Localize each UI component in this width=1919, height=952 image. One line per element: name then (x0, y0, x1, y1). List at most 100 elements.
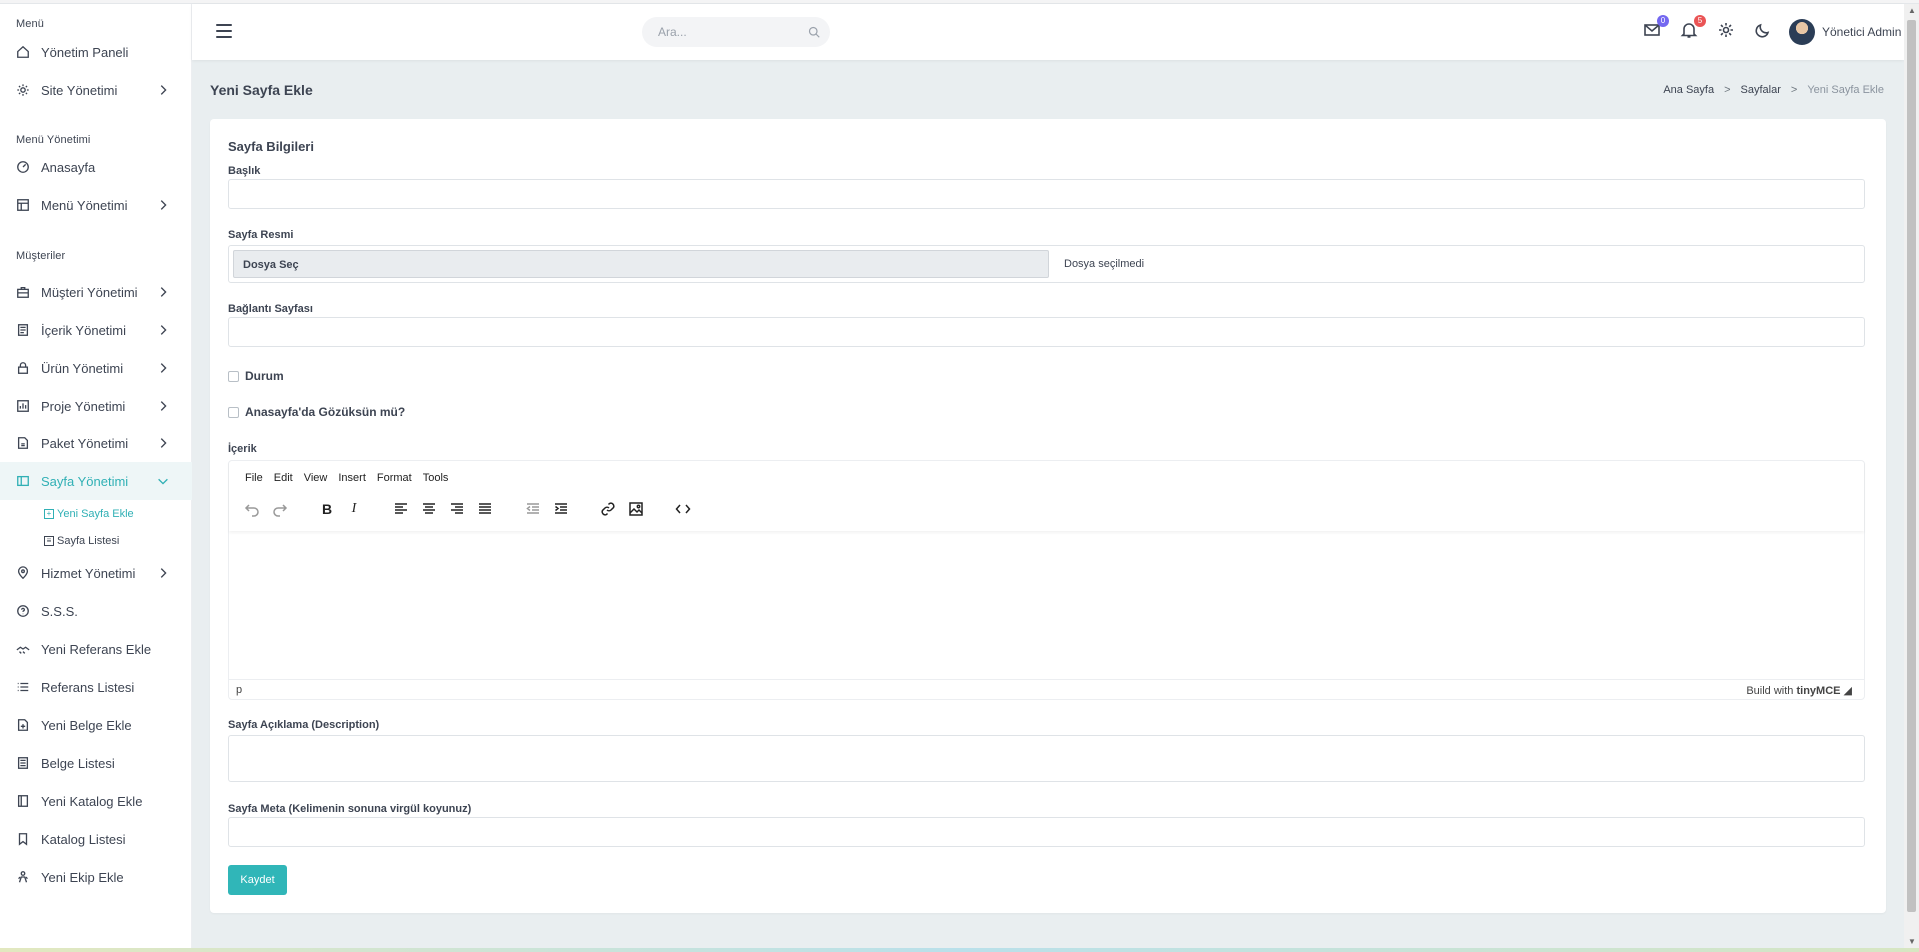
book-icon (17, 795, 29, 807)
file-input[interactable]: Dosya Seç Dosya seçilmedi (228, 245, 1865, 283)
layout-icon (17, 199, 29, 211)
sidebar-item-label: Yeni Referans Ekle (41, 641, 152, 657)
link-page-label: Bağlantı Sayfası (228, 303, 313, 315)
resize-handle-icon[interactable]: ◢ (1844, 685, 1852, 697)
chevron-right-icon (160, 85, 167, 95)
sidebar-item-label: Ürün Yönetimi (41, 360, 124, 376)
sidebar-item-hizmet-yonetimi[interactable]: Hizmet Yönetimi (0, 554, 192, 592)
status-label: Durum (245, 369, 284, 383)
status-checkbox[interactable] (228, 370, 239, 382)
search-input[interactable]: Ara... (642, 17, 830, 47)
sidebar-item-yeni-belge-ekle[interactable]: Yeni Belge Ekle (0, 706, 192, 744)
sidebar-section-customers: Müşteriler (16, 250, 66, 262)
sidebar-item-yeni-ekip-ekle[interactable]: Yeni Ekip Ekle (0, 858, 192, 896)
meta-input[interactable] (228, 817, 1865, 847)
sidebar-item-sss[interactable]: S.S.S. (0, 592, 192, 630)
sidebar-item-yeni-referans-ekle[interactable]: Yeni Referans Ekle (0, 630, 192, 668)
editor-menu-view[interactable]: View (304, 472, 328, 484)
user-name[interactable]: Yönetici Admin (1822, 25, 1901, 39)
undo-button[interactable] (244, 501, 260, 517)
plus-square-icon: + (44, 509, 54, 519)
file-list-icon (17, 757, 29, 769)
file-icon (17, 437, 29, 449)
image-icon (629, 502, 643, 516)
bottom-strip (0, 948, 1919, 952)
status-checkbox-row[interactable]: Durum (228, 369, 284, 383)
sidebar-item-menu-yonetimi[interactable]: Menü Yönetimi (0, 186, 192, 224)
editor-menu-file[interactable]: File (245, 472, 263, 484)
italic-icon[interactable]: I (346, 501, 362, 517)
title-input[interactable] (228, 179, 1865, 209)
file-choose-button[interactable]: Dosya Seç (233, 250, 1049, 278)
hamburger-menu-icon[interactable] (216, 24, 232, 38)
avatar[interactable] (1789, 19, 1815, 45)
save-button[interactable]: Kaydet (228, 865, 287, 895)
link-page-input[interactable] (228, 317, 1865, 347)
editor-branding[interactable]: Build with tinyMCE ◢ (1746, 684, 1852, 697)
sidebar-item-urun-yonetimi[interactable]: Ürün Yönetimi (0, 349, 192, 387)
sidebar-item-label: Hizmet Yönetimi (41, 565, 136, 581)
sidebar-item-referans-listesi[interactable]: Referans Listesi (0, 668, 192, 706)
scrollbar[interactable]: ▲ ▼ (1904, 4, 1919, 948)
card-title: Sayfa Bilgileri (228, 139, 314, 154)
sidebar-item-icerik-yonetimi[interactable]: İçerik Yönetimi (0, 311, 192, 349)
notifications-button[interactable]: 5 (1680, 15, 1706, 41)
sidebar-item-label: Anasayfa (41, 159, 96, 175)
sidebar-item-paket-yonetimi[interactable]: Paket Yönetimi (0, 424, 192, 462)
editor-menu-edit[interactable]: Edit (274, 472, 293, 484)
sidebar-item-musteri-yonetimi[interactable]: Müşteri Yönetimi (0, 273, 192, 311)
bold-icon[interactable]: B (319, 501, 335, 517)
insert-link-button[interactable] (600, 501, 616, 517)
indent-button[interactable] (553, 501, 569, 517)
editor-menu-insert[interactable]: Insert (338, 472, 366, 484)
sidebar-item-belge-listesi[interactable]: Belge Listesi (0, 744, 192, 782)
sidebar-item-yonetim-paneli[interactable]: Yönetim Paneli (0, 33, 192, 71)
editor-menu-format[interactable]: Format (377, 472, 412, 484)
sidebar-subitem-yeni-sayfa-ekle[interactable]: + Yeni Sayfa Ekle (44, 504, 134, 524)
undo-icon (244, 504, 259, 517)
homepage-checkbox-row[interactable]: Anasayfa'da Gözüksün mü? (228, 405, 405, 419)
handshake-icon (16, 646, 30, 654)
editor-content-area[interactable] (229, 531, 1864, 678)
branding-prefix: Build with (1746, 685, 1794, 697)
sidebar-item-sayfa-yonetimi[interactable]: Sayfa Yönetimi (0, 462, 192, 500)
redo-button[interactable] (272, 501, 288, 517)
sidebar: Menü Yönetim Paneli Site Yönetimi Menü Y… (0, 4, 192, 952)
align-right-button[interactable] (449, 501, 465, 517)
main-content: Ara... 0 5 Yönetici Admin Yeni Sayfa Ekl… (192, 4, 1904, 948)
sidebar-item-katalog-listesi[interactable]: Katalog Listesi (0, 820, 192, 858)
sidebar-item-yeni-katalog-ekle[interactable]: Yeni Katalog Ekle (0, 782, 192, 820)
editor-menu-tools[interactable]: Tools (423, 472, 449, 484)
align-right-icon (451, 503, 463, 514)
outdent-button[interactable] (525, 501, 541, 517)
scroll-up-icon[interactable]: ▲ (1908, 6, 1916, 15)
meta-label: Sayfa Meta (Kelimenin sonuna virgül koyu… (228, 803, 472, 815)
source-code-button[interactable] (675, 501, 691, 517)
editor-menubar: File Edit View Insert Format Tools (245, 472, 448, 484)
sidebar-section-menu-management: Menü Yönetimi (16, 134, 91, 146)
scroll-down-icon[interactable]: ▼ (1908, 937, 1916, 946)
breadcrumb-pages[interactable]: Sayfalar (1741, 84, 1781, 96)
description-textarea[interactable] (228, 735, 1865, 782)
insert-image-button[interactable] (628, 501, 644, 517)
align-center-button[interactable] (421, 501, 437, 517)
justify-button[interactable] (477, 501, 493, 517)
settings-button[interactable] (1717, 21, 1737, 41)
sidebar-item-proje-yonetimi[interactable]: Proje Yönetimi (0, 387, 192, 425)
sidebar-item-label: Proje Yönetimi (41, 398, 126, 414)
dark-mode-toggle[interactable] (1754, 21, 1774, 41)
code-icon (675, 504, 691, 514)
sidebar-layout-icon (17, 475, 29, 487)
mail-button[interactable]: 0 (1643, 15, 1669, 41)
sidebar-item-label: Sayfa Yönetimi (41, 473, 129, 489)
breadcrumb-home[interactable]: Ana Sayfa (1663, 84, 1714, 96)
align-left-button[interactable] (393, 501, 409, 517)
chevron-right-icon: > (1790, 84, 1798, 96)
sidebar-item-anasayfa[interactable]: Anasayfa (0, 148, 192, 186)
homepage-checkbox[interactable] (228, 406, 239, 418)
sidebar-item-site-yonetimi[interactable]: Site Yönetimi (0, 71, 192, 109)
gear-icon (17, 84, 29, 96)
scrollbar-thumb[interactable] (1907, 20, 1916, 912)
sidebar-subitem-sayfa-listesi[interactable]: ≡ Sayfa Listesi (44, 531, 119, 551)
editor-element-path[interactable]: p (236, 684, 242, 696)
